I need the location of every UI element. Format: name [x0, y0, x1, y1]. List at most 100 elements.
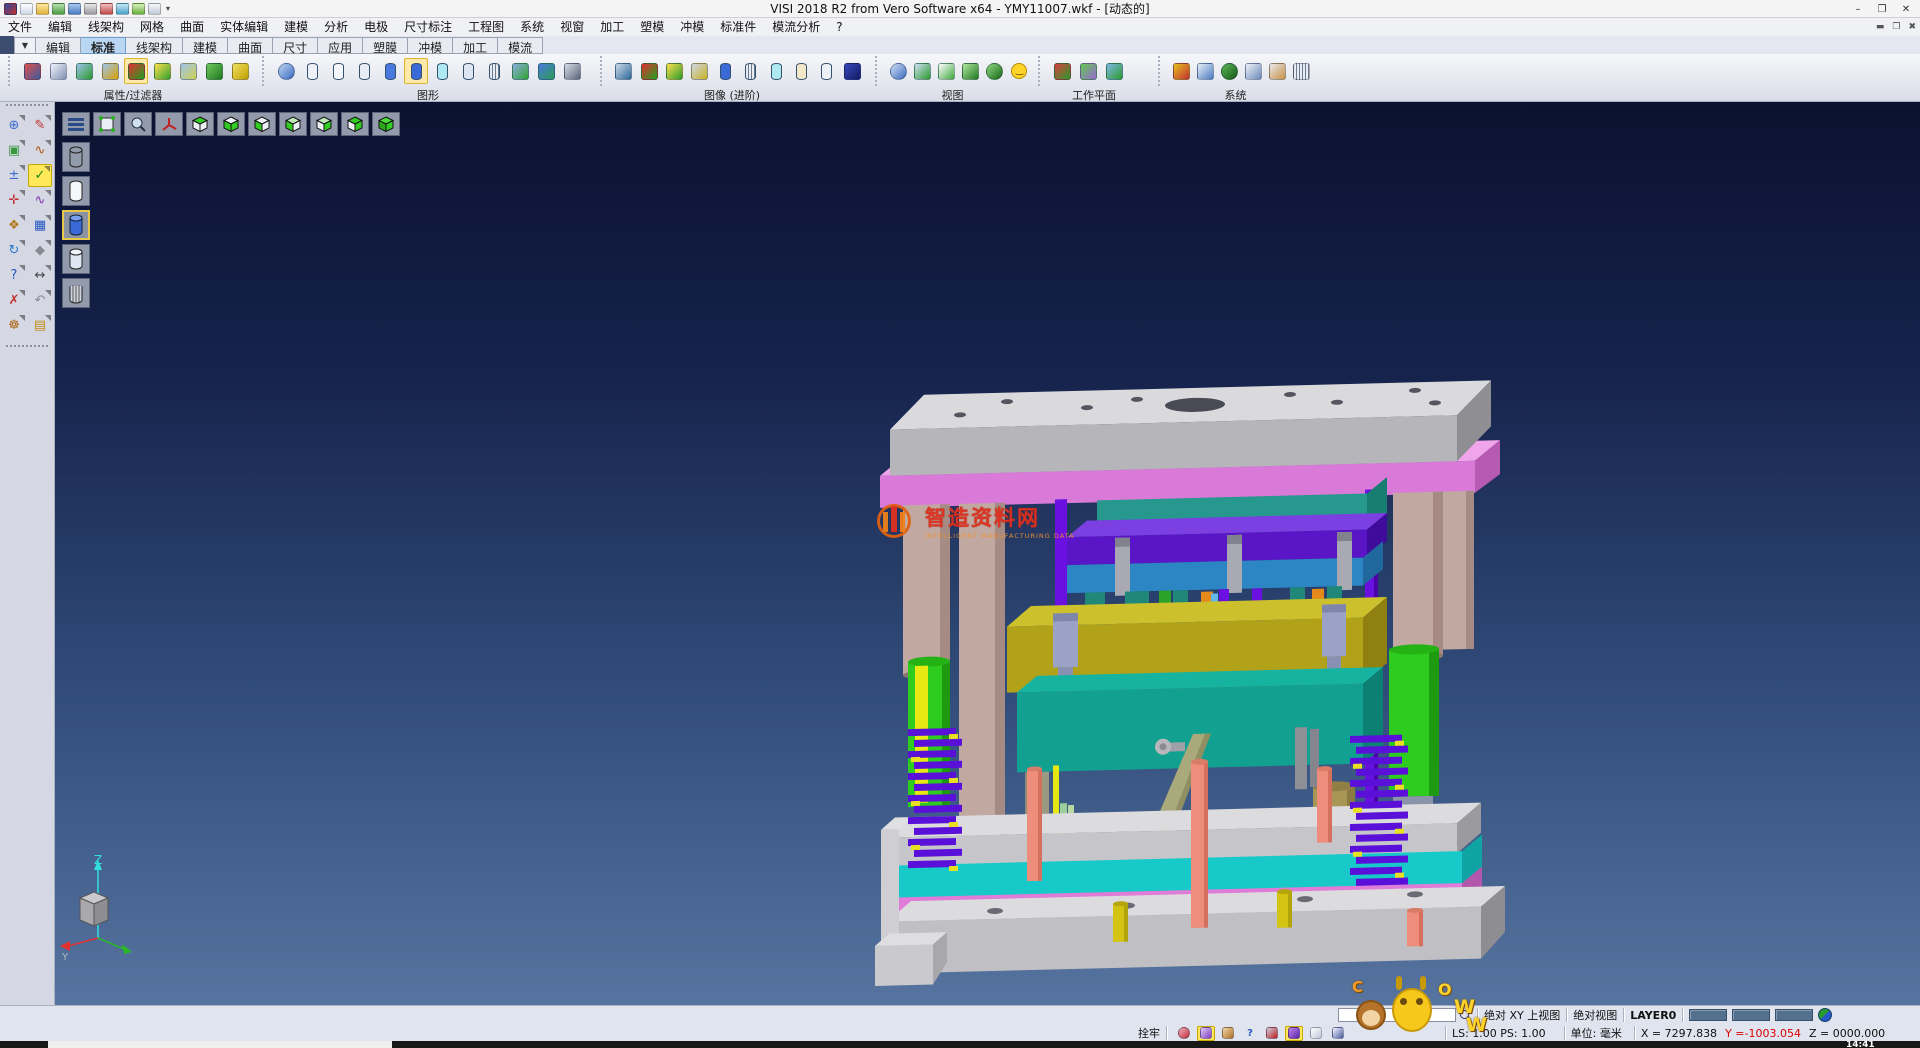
menu-help[interactable]: ? [828, 18, 850, 36]
hidden-line-cylinder-icon[interactable] [326, 58, 350, 84]
measure-icon[interactable]: ↔ [28, 264, 52, 287]
render-hidden-line-icon[interactable] [62, 176, 90, 206]
menu-flow-analysis[interactable]: 模流分析 [764, 18, 828, 36]
dashed-cylinder-icon[interactable] [352, 58, 376, 84]
workplane-move-icon[interactable] [1102, 58, 1126, 84]
menu-modeling[interactable]: 建模 [276, 18, 316, 36]
view-cube-top-icon[interactable] [186, 112, 214, 136]
layer-panel-icon[interactable] [1243, 58, 1265, 84]
menu-mold[interactable]: 塑模 [632, 18, 672, 36]
edit-curve-icon[interactable]: ∿ [28, 139, 52, 162]
render-shaded-icon[interactable] [62, 210, 90, 240]
menu-dimension[interactable]: 尺寸标注 [396, 18, 460, 36]
view-cube-back-icon[interactable] [248, 112, 276, 136]
eye-refresh-icon[interactable] [150, 58, 174, 84]
view-document-icon[interactable] [46, 58, 70, 84]
regen-refresh-icon[interactable]: ↻ [2, 239, 26, 262]
tab-dimension[interactable]: 尺寸 [273, 37, 318, 54]
tab-machining[interactable]: 加工 [453, 37, 498, 54]
eye-add-icon[interactable] [72, 58, 96, 84]
globe-icon[interactable] [1818, 1008, 1832, 1022]
attributes-books-icon[interactable]: ❖ [2, 214, 26, 237]
menu-file[interactable]: 文件 [0, 18, 40, 36]
menu-standard-parts[interactable]: 标准件 [712, 18, 764, 36]
mdi-minimize-icon[interactable]: ▬ [1876, 22, 1885, 32]
wire-cylinder-icon[interactable] [815, 58, 838, 84]
mdi-close-icon[interactable]: ✖ [1908, 22, 1916, 32]
render-wireframe-icon[interactable] [62, 142, 90, 172]
navigate-wheel-icon[interactable]: ☸ [2, 314, 26, 337]
view-zoom-icon[interactable] [124, 112, 152, 136]
cylinder-ok-icon[interactable] [764, 58, 787, 84]
tab-modeling[interactable]: 建模 [183, 37, 228, 54]
view-menu-icon[interactable] [62, 112, 90, 136]
help-status-icon[interactable]: ? [1241, 1026, 1259, 1041]
refresh-graphics-icon[interactable] [274, 58, 298, 84]
mdi-restore-icon[interactable]: ❐ [1892, 22, 1900, 32]
tab-mold[interactable]: 塑膜 [363, 37, 408, 54]
snap-record-icon[interactable] [1175, 1026, 1193, 1041]
menu-wireframe[interactable]: 线架构 [80, 18, 132, 36]
absolute-view-indicator[interactable]: 绝对视图 [1573, 1007, 1617, 1023]
zoom-window-icon[interactable] [911, 58, 933, 84]
snap-box-icon[interactable] [1263, 1026, 1281, 1041]
wireframe-cylinder-icon[interactable] [300, 58, 324, 84]
eye-plusminus-icon[interactable] [176, 58, 200, 84]
magic-wand-icon[interactable] [1197, 1026, 1215, 1041]
shaded-edges-cylinder-icon[interactable] [404, 58, 428, 84]
spline-icon[interactable]: ∿ [28, 189, 52, 212]
zoom-inout-icon[interactable]: ± [2, 164, 26, 187]
box-traffic-light-icon[interactable] [637, 58, 660, 84]
zoom-select-icon[interactable]: ⊕ [2, 114, 26, 137]
menu-system[interactable]: 系统 [512, 18, 552, 36]
cylinder-page-icon[interactable] [790, 58, 813, 84]
minimize-button[interactable]: – [1846, 0, 1870, 18]
filter-traffic-light-icon[interactable] [124, 58, 148, 84]
close-button[interactable]: ✕ [1894, 0, 1918, 18]
box-refresh-icon[interactable] [663, 58, 686, 84]
dynamic-cube-icon[interactable] [1285, 1026, 1303, 1041]
help-icon[interactable]: ? [2, 264, 26, 287]
open-folder-icon[interactable]: ▤ [28, 314, 52, 337]
hide-minus-icon[interactable] [228, 58, 252, 84]
workplane-axes-icon[interactable] [1050, 58, 1074, 84]
tab-wireframe[interactable]: 线架构 [126, 37, 183, 54]
render-hatched-icon[interactable] [62, 278, 90, 308]
tab-application[interactable]: 应用 [318, 37, 363, 54]
solid-cylinder-icon[interactable] [714, 58, 737, 84]
view-axes-icon[interactable] [155, 112, 183, 136]
render-shaded-edges-icon[interactable] [62, 244, 90, 274]
menu-electrode[interactable]: 电极 [356, 18, 396, 36]
view-frame-icon[interactable] [93, 112, 121, 136]
menu-surface[interactable]: 曲面 [172, 18, 212, 36]
eye-remove-icon[interactable] [98, 58, 122, 84]
view-cube-bottom-icon[interactable] [217, 112, 245, 136]
line-style-swatch[interactable] [1732, 1009, 1770, 1021]
confirm-check-icon[interactable]: ✓ [28, 164, 52, 187]
taskbar-window-segment[interactable] [48, 1041, 392, 1048]
workplane-align-icon[interactable] [1076, 58, 1100, 84]
ghost-cylinder-icon[interactable] [456, 58, 480, 84]
fit-view-icon[interactable] [935, 58, 957, 84]
cylinder-check-icon[interactable] [508, 58, 532, 84]
box-plusminus-icon[interactable] [688, 58, 711, 84]
tabbar-dropdown-icon[interactable]: ▼ [14, 37, 36, 54]
dock-grip[interactable] [6, 104, 48, 110]
tab-die[interactable]: 冲模 [408, 37, 453, 54]
material-hatch-icon[interactable] [1291, 58, 1313, 84]
grid-snap-icon[interactable] [1329, 1026, 1347, 1041]
view-cube-solid-icon[interactable] [372, 112, 400, 136]
menu-edit[interactable]: 编辑 [40, 18, 80, 36]
viewport-3d[interactable]: 智造资料网 INTELLIGENT MANUFACTURING DATA Z Y [55, 102, 1920, 1005]
shaded-cylinder-icon[interactable] [378, 58, 402, 84]
select-region-icon[interactable] [1267, 58, 1289, 84]
tab-flow[interactable]: 模流 [498, 37, 543, 54]
box-eye-icon[interactable] [612, 58, 635, 84]
menu-analysis[interactable]: 分析 [316, 18, 356, 36]
line-weight-swatch[interactable] [1775, 1009, 1813, 1021]
grid-window-icon[interactable]: ▦ [28, 214, 52, 237]
transparent-cylinder-icon[interactable] [430, 58, 454, 84]
edit-erase-icon[interactable]: ✎ [28, 114, 52, 137]
zoom-in-icon[interactable] [887, 58, 909, 84]
shaded-cube-icon[interactable] [841, 58, 864, 84]
